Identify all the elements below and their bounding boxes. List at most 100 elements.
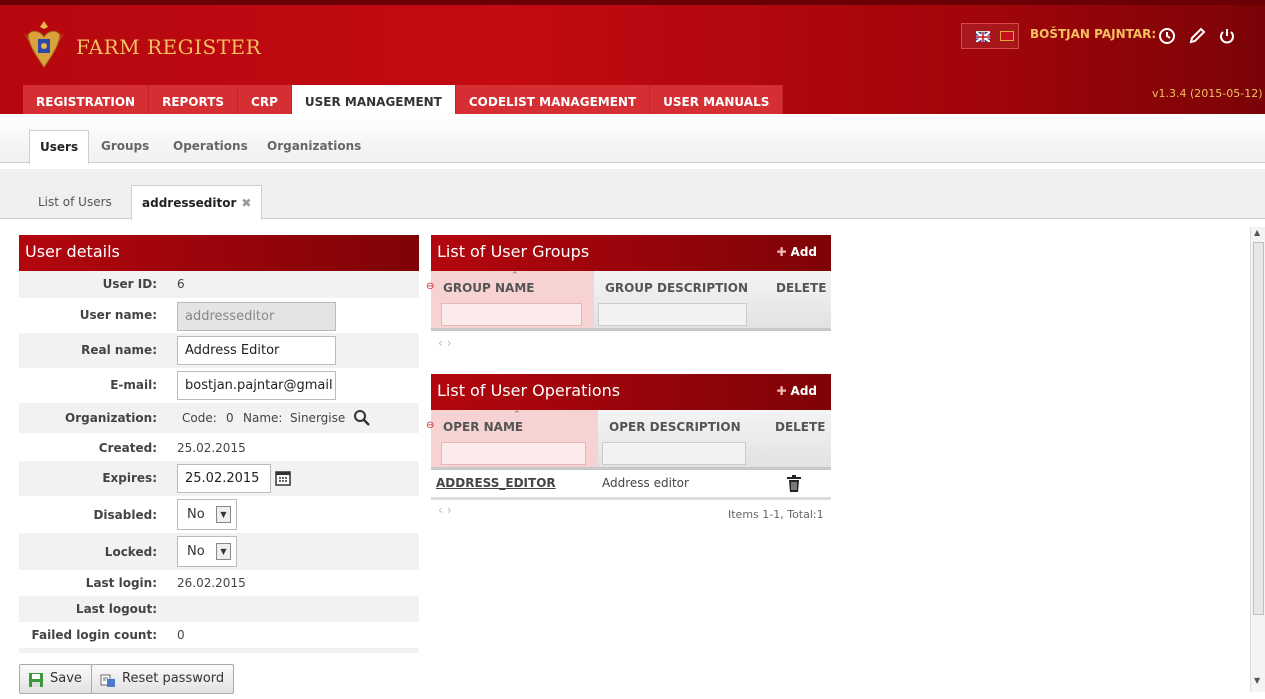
add-group-label: Add [790, 245, 817, 259]
group-description-filter[interactable] [598, 303, 747, 326]
org-name-label: Name: [243, 411, 283, 425]
created-value: 25.02.2015 [177, 441, 246, 455]
org-code-label: Code: [182, 411, 217, 425]
reset-password-button[interactable]: Reset password [91, 664, 235, 694]
user-name-label: User name: [79, 308, 157, 322]
reset-password-button-label: Reset password [122, 671, 225, 686]
failed-login-count-label: Failed login count: [31, 628, 157, 642]
scroll-down-icon[interactable]: ▼ [1254, 676, 1260, 685]
chevron-down-icon[interactable]: ▼ [216, 543, 231, 560]
trash-icon[interactable] [786, 475, 802, 496]
user-details-title: User details [25, 242, 120, 261]
expires-field[interactable]: 25.02.2015 [177, 464, 271, 493]
real-name-label: Real name: [81, 343, 157, 357]
row-expires: Expires: 25.02.2015 [19, 461, 419, 496]
created-label: Created: [98, 441, 157, 455]
user-id-value: 6 [177, 277, 185, 291]
tab-organizations[interactable]: Organizations [257, 130, 371, 163]
language-switcher[interactable] [961, 23, 1019, 49]
vertical-scrollbar[interactable]: ▲ ▼ [1250, 227, 1265, 692]
row-user-id: User ID: 6 [19, 271, 419, 298]
power-icon[interactable] [1218, 27, 1236, 45]
tab-users[interactable]: Users [29, 130, 90, 164]
me-flag-icon[interactable] [1000, 31, 1014, 41]
next-page-icon[interactable]: › [447, 336, 456, 350]
oper-name-column[interactable]: ⌃ OPER NAME [431, 410, 598, 467]
save-button[interactable]: Save [19, 664, 92, 694]
oper-description-cell: Address editor [602, 476, 689, 490]
organization-label: Organization: [65, 411, 157, 425]
groups-panel-header: List of User Groups ✚ Add [431, 235, 831, 271]
locked-select-value: No [187, 544, 205, 559]
last-login-value: 26.02.2015 [177, 576, 246, 590]
group-name-column[interactable]: ⌃ GROUP NAME [431, 271, 594, 328]
email-label: E-mail: [110, 378, 157, 392]
tab-addresseditor-label: addresseditor [142, 196, 237, 210]
operations-grid-header: ⌃ OPER NAME ⊖ OPER DESCRIPTION DELETE [426, 410, 831, 470]
collapse-icon[interactable]: ⊖ [426, 281, 434, 292]
tab-addresseditor[interactable]: addresseditor ✖ [131, 185, 263, 220]
failed-login-count-value: 0 [177, 628, 185, 642]
document-tabs: List of Users addresseditor ✖ [0, 169, 1265, 220]
tab-groups[interactable]: Groups [91, 130, 159, 163]
prev-page-icon[interactable]: ‹ [438, 503, 447, 517]
reset-icon [100, 671, 116, 687]
history-icon[interactable] [1158, 27, 1176, 45]
row-last-login: Last login: 26.02.2015 [19, 570, 419, 596]
locked-select[interactable]: No ▼ [177, 536, 237, 567]
add-group-button[interactable]: ✚ Add [776, 235, 817, 269]
group-name-filter[interactable] [441, 303, 582, 326]
group-name-header: GROUP NAME [443, 281, 535, 295]
collapse-icon[interactable]: ⊖ [426, 420, 434, 431]
groups-pager: ‹› [438, 336, 456, 350]
email-field[interactable]: bostjan.pajntar@gmail [177, 371, 336, 400]
tab-list-of-users[interactable]: List of Users [28, 185, 122, 219]
search-icon[interactable] [353, 409, 370, 429]
row-last-logout: Last logout: [19, 596, 419, 622]
last-logout-label: Last logout: [75, 602, 157, 616]
calendar-icon[interactable] [275, 470, 291, 489]
sort-asc-icon: ⌃ [511, 271, 519, 281]
next-page-icon[interactable]: › [447, 503, 456, 517]
plus-icon: ✚ [776, 384, 787, 398]
details-footer-divider [19, 648, 419, 653]
current-user: BOŠTJAN PAJNTAR: [1030, 27, 1157, 41]
groups-grid-header: ⌃ GROUP NAME ⊖ GROUP DESCRIPTION DELETE [426, 271, 831, 331]
user-name-field: addresseditor [177, 302, 336, 331]
uk-flag-icon[interactable] [975, 31, 991, 43]
oper-description-filter[interactable] [602, 442, 746, 465]
chevron-down-icon[interactable]: ▼ [216, 506, 231, 523]
logo-crest [24, 21, 64, 68]
expires-label: Expires: [102, 471, 157, 485]
disabled-select-value: No [187, 507, 205, 522]
row-disabled: Disabled: No ▼ [19, 496, 419, 533]
app-title: FARM REGISTER [76, 35, 262, 59]
group-delete-header: DELETE [776, 281, 827, 295]
scrollbar-thumb[interactable] [1253, 242, 1264, 615]
real-name-field[interactable]: Address Editor [177, 336, 336, 365]
oper-description-header: OPER DESCRIPTION [609, 420, 741, 434]
org-name-value: Sinergise [290, 411, 346, 425]
oper-name-link[interactable]: ADDRESS_EDITOR [436, 476, 556, 490]
tab-operations[interactable]: Operations [163, 130, 258, 163]
user-details-header: User details [19, 235, 419, 271]
org-code-value: 0 [226, 411, 234, 425]
operations-pager-info: Items 1-1, Total:1 [728, 508, 824, 521]
sort-asc-icon: ⌃ [513, 410, 521, 420]
scroll-up-icon[interactable]: ▲ [1254, 228, 1260, 237]
edit-icon[interactable] [1188, 27, 1206, 45]
disabled-select[interactable]: No ▼ [177, 499, 237, 530]
sub-nav: Users Groups Operations Organizations [0, 114, 1265, 164]
oper-name-header: OPER NAME [443, 420, 524, 434]
app-header: FARM REGISTER BOŠTJAN PAJNTAR: v1.3.4 (2… [0, 0, 1265, 119]
prev-page-icon[interactable]: ‹ [438, 336, 447, 350]
row-email: E-mail: bostjan.pajntar@gmail [19, 368, 419, 403]
oper-name-filter[interactable] [441, 442, 586, 465]
close-icon[interactable]: ✖ [241, 196, 251, 210]
row-locked: Locked: No ▼ [19, 533, 419, 570]
plus-icon: ✚ [776, 245, 787, 259]
row-organization: Organization: Code: 0 Name: Sinergise [19, 403, 419, 433]
groups-panel-title: List of User Groups [437, 242, 590, 261]
save-icon [28, 671, 44, 687]
add-operation-button[interactable]: ✚ Add [776, 374, 817, 408]
